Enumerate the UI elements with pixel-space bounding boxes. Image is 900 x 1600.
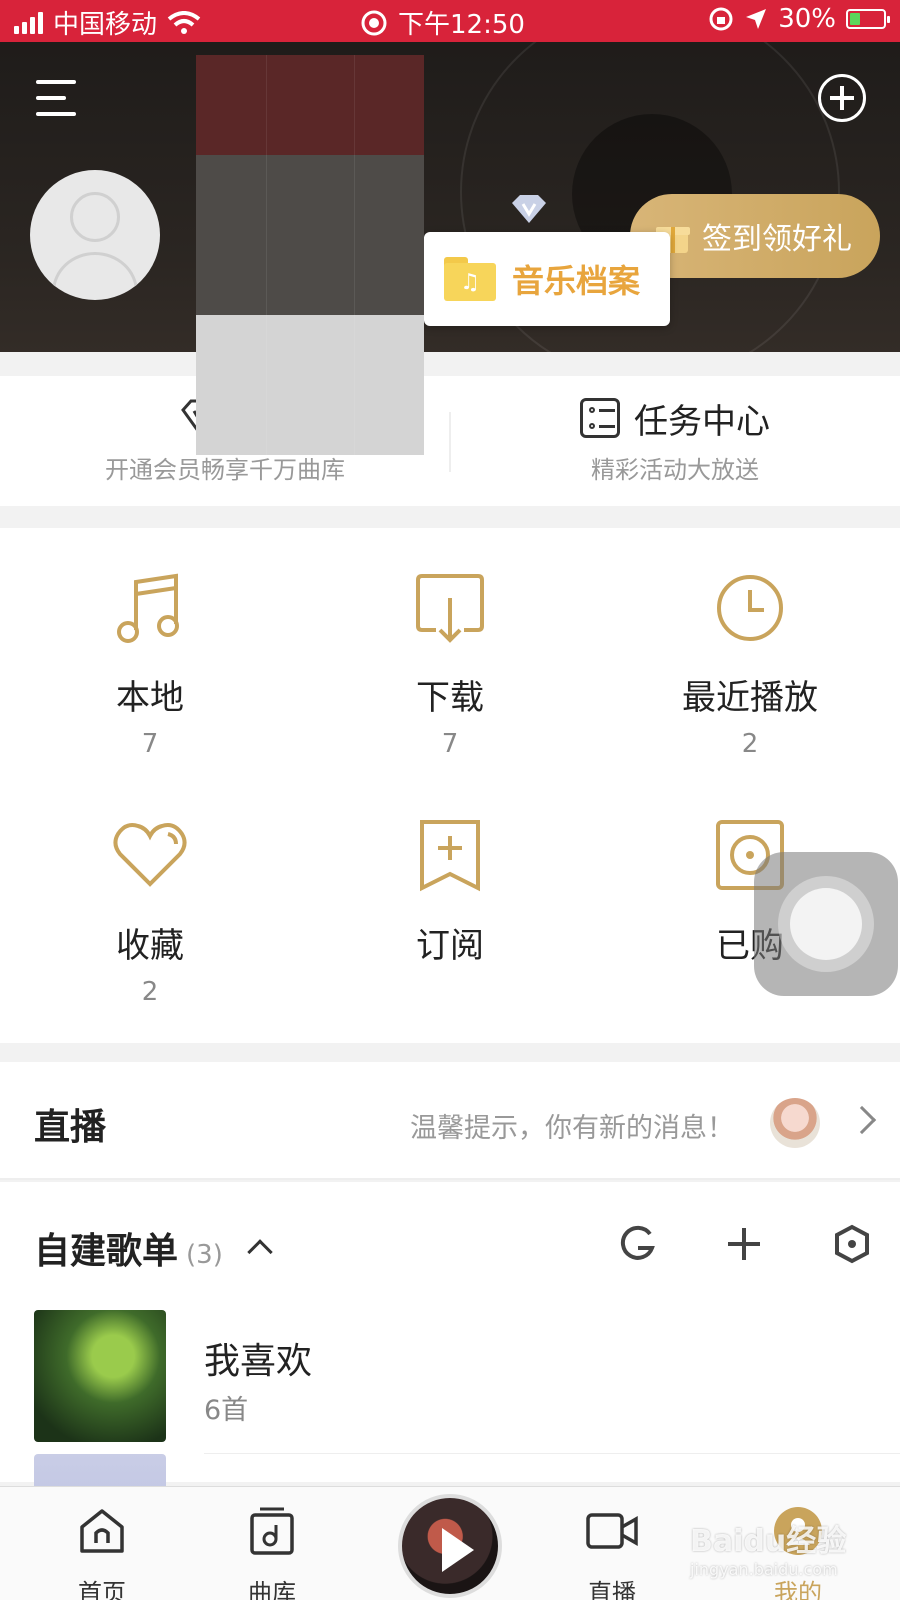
live-tip: 温馨提示，你有新的消息！: [410, 1113, 734, 1144]
my-playlists-section: 自建歌单 (3) 我喜欢 6首 你送我的风景: [0, 1182, 900, 1586]
host-avatar: [770, 1098, 820, 1148]
tab-label: 曲库: [248, 1579, 296, 1600]
grid-label: 最近播放: [682, 678, 818, 718]
playlist-item[interactable]: 我喜欢 6首: [34, 1310, 900, 1454]
tab-label: 首页: [78, 1579, 126, 1600]
grid-count: [300, 977, 600, 1011]
grid-label: 本地: [116, 678, 184, 718]
now-playing-button[interactable]: [398, 1494, 502, 1598]
music-note-icon: [117, 573, 179, 643]
grid-item-subscribe[interactable]: 订阅: [300, 816, 600, 1036]
tab-library[interactable]: 曲库: [212, 1505, 332, 1600]
status-bar: 中国移动 下午12:50 30%: [0, 0, 900, 42]
vip-diamond-icon: [512, 195, 546, 223]
grid-label: 收藏: [116, 926, 184, 966]
folder-music-icon: ♫: [444, 257, 496, 301]
bookmark-plus-icon: [420, 820, 480, 892]
watermark: Baidu经验 jingyan.baidu.com: [690, 1516, 846, 1579]
profile-header: 签到领好礼 ♫ 音乐档案: [0, 42, 900, 352]
tab-label: 直播: [588, 1579, 636, 1600]
tab-live[interactable]: 直播: [552, 1505, 672, 1600]
library-icon: [250, 1507, 294, 1555]
manage-hexagon-icon[interactable]: [830, 1222, 874, 1266]
task-title: 任务中心: [634, 401, 770, 442]
redacted-username: [196, 55, 424, 455]
grid-item-download[interactable]: 下载 7: [300, 568, 600, 788]
grid-label: 下载: [416, 678, 484, 718]
download-icon: [416, 574, 484, 643]
clock-icon: [717, 575, 783, 641]
carrier-label: 中国移动: [53, 10, 158, 40]
live-title: 直播: [34, 1107, 107, 1148]
music-archive-label: 音乐档案: [512, 262, 641, 300]
signal-icon: [14, 11, 43, 34]
record-icon: [361, 10, 387, 35]
location-icon: [746, 9, 767, 29]
grid-item-recent[interactable]: 最近播放 2: [600, 568, 900, 788]
play-icon: [442, 1528, 474, 1572]
chevron-up-icon[interactable]: [247, 1239, 273, 1265]
watermark-url: jingyan.baidu.com: [690, 1560, 838, 1579]
task-list-icon: [580, 398, 620, 438]
avatar[interactable]: [30, 170, 160, 300]
grid-count: 2: [741, 729, 759, 759]
grid-item-local[interactable]: 本地 7: [0, 568, 300, 788]
battery-percent: 30%: [778, 4, 836, 34]
orientation-lock-icon: [709, 7, 733, 31]
grid-count: 2: [141, 977, 159, 1007]
grid-label: 订阅: [416, 926, 484, 966]
playlist-name: 我喜欢: [204, 1341, 313, 1382]
assistive-touch-button[interactable]: [754, 852, 898, 996]
playlist-cover: [34, 1310, 166, 1442]
home-icon: [80, 1509, 124, 1553]
grid-count: 7: [441, 729, 459, 759]
wifi-icon: [167, 10, 201, 34]
sign-in-label: 签到领好礼: [702, 222, 852, 257]
add-playlist-icon[interactable]: [722, 1222, 766, 1266]
music-archive-button[interactable]: ♫ 音乐档案: [424, 232, 670, 326]
vip-subtitle: 开通会员畅享千万曲库: [105, 456, 345, 484]
live-row[interactable]: 直播 温馨提示，你有新的消息！: [0, 1062, 900, 1180]
import-icon[interactable]: [616, 1222, 660, 1266]
tab-home[interactable]: 首页: [42, 1505, 162, 1600]
member-task-card: 会 开通会员畅享千万曲库 任务中心 精彩活动大放送: [0, 376, 900, 506]
playlist-meta: 6首: [204, 1395, 249, 1426]
chevron-right-icon: [847, 1105, 877, 1135]
add-icon[interactable]: [818, 74, 866, 122]
menu-icon[interactable]: [36, 80, 76, 116]
grid-item-favorites[interactable]: 收藏 2: [0, 816, 300, 1036]
grid-count: 7: [141, 729, 159, 759]
clock-label: 下午12:50: [398, 10, 525, 40]
battery-icon: [846, 9, 890, 29]
task-subtitle: 精彩活动大放送: [591, 456, 759, 484]
task-center-entry[interactable]: 任务中心 精彩活动大放送: [450, 394, 900, 494]
heart-icon: [113, 823, 187, 887]
video-camera-icon: [586, 1513, 638, 1549]
watermark-text: Baidu经验: [690, 1524, 847, 1559]
playlists-header[interactable]: 自建歌单 (3): [34, 1222, 273, 1274]
playlists-count: (3): [186, 1240, 223, 1270]
playlists-title: 自建歌单: [34, 1231, 179, 1272]
